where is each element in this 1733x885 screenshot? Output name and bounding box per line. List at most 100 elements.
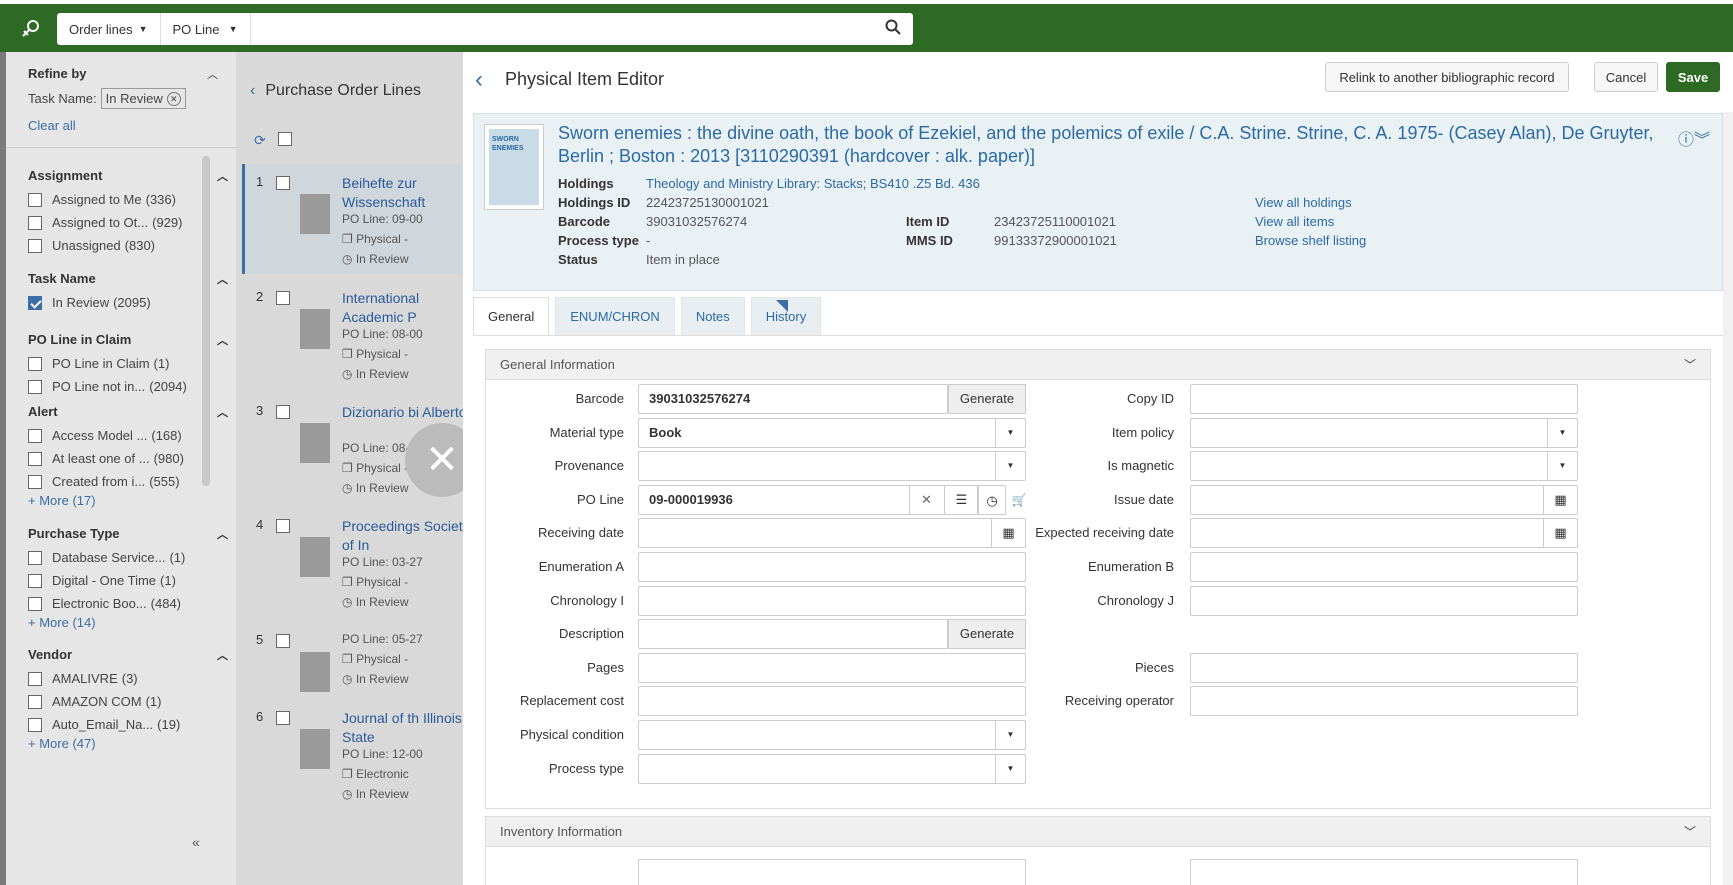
facet-checkbox[interactable] xyxy=(28,550,42,565)
search-field-dropdown[interactable]: PO Line ▼ xyxy=(161,13,251,45)
dropdown-arrow-icon[interactable]: ▼ xyxy=(995,721,1025,749)
view-all-items-link[interactable]: View all items xyxy=(1255,212,1334,232)
facet-option[interactable]: AMALIVRE (3) xyxy=(28,667,228,690)
back-arrow-icon[interactable]: ‹ xyxy=(475,66,483,94)
description-field[interactable] xyxy=(638,619,948,650)
cancel-button[interactable]: Cancel xyxy=(1594,62,1658,92)
item-checkbox[interactable] xyxy=(276,519,290,533)
barcode-field[interactable]: 39031032576274 xyxy=(638,384,948,414)
facet-option[interactable]: Assigned to Ot... (929) xyxy=(28,211,228,234)
search-icon[interactable] xyxy=(873,19,913,40)
tab-enum-chron[interactable]: ENUM/CHRON xyxy=(555,297,675,335)
facet-option[interactable]: Database Service... (1) xyxy=(28,546,228,569)
section-header[interactable]: General Information ﹀ xyxy=(486,350,1710,380)
facet-title[interactable]: Alert ︿ xyxy=(28,404,228,424)
collapse-sidebar-icon[interactable]: « xyxy=(192,834,200,850)
facet-checkbox[interactable] xyxy=(28,596,42,611)
search-scope-dropdown[interactable]: Order lines ▼ xyxy=(57,13,161,45)
is-magnetic-field[interactable]: ▼ xyxy=(1190,451,1578,482)
facet-option[interactable]: At least one of ... (980) xyxy=(28,447,228,470)
facet-title[interactable]: Purchase Type ︿ xyxy=(28,526,228,546)
calendar-icon[interactable]: ▦ xyxy=(1543,485,1577,514)
item-checkbox[interactable] xyxy=(276,291,290,305)
material-type-field[interactable]: Book ▼ xyxy=(638,417,1026,448)
facet-checkbox[interactable] xyxy=(28,215,42,230)
holdings-link[interactable]: Theology and Ministry Library: Stacks; B… xyxy=(646,174,980,194)
chevron-down-icon[interactable]: ﹀ xyxy=(1684,356,1696,373)
inventory-field[interactable] xyxy=(1190,859,1578,885)
enumeration-b-field[interactable] xyxy=(1190,552,1578,582)
app-logo-icon[interactable] xyxy=(20,17,44,41)
item-policy-field[interactable]: ▼ xyxy=(1190,417,1578,448)
facet-checkbox[interactable] xyxy=(28,295,42,310)
remove-filter-icon[interactable]: ✕ xyxy=(166,91,181,106)
inventory-field[interactable] xyxy=(638,859,1026,885)
chevron-down-icon[interactable]: ﹀ xyxy=(1684,823,1696,840)
provenance-field[interactable]: ▼ xyxy=(638,451,1026,482)
facet-title[interactable]: PO Line in Claim ︿ xyxy=(28,332,228,352)
view-all-holdings-link[interactable]: View all holdings xyxy=(1255,193,1352,213)
list-item[interactable]: 4 Proceedings Society of In PO Line: 03-27… xyxy=(242,517,463,635)
item-checkbox[interactable] xyxy=(276,405,290,419)
dropdown-arrow-icon[interactable]: ▼ xyxy=(1547,452,1577,481)
physical-condition-field[interactable]: ▼ xyxy=(638,720,1026,750)
list-icon[interactable]: ☰ xyxy=(944,485,978,514)
chevron-up-icon[interactable]: ︿ xyxy=(217,647,228,667)
facet-option[interactable]: AMAZON COM (1) xyxy=(28,690,228,713)
receiving-operator-field[interactable] xyxy=(1190,686,1578,717)
search-input[interactable] xyxy=(250,15,873,43)
chevron-up-icon[interactable]: ︿ xyxy=(217,526,228,546)
facet-title[interactable]: Task Name ︿ xyxy=(28,271,228,291)
tab-notes[interactable]: Notes xyxy=(680,297,745,335)
facet-checkbox[interactable] xyxy=(28,717,42,732)
facet-checkbox[interactable] xyxy=(28,428,42,443)
facet-checkbox[interactable] xyxy=(28,573,42,588)
info-icon[interactable]: ⓘ︾ xyxy=(1678,126,1710,150)
facet-checkbox[interactable] xyxy=(28,356,42,371)
section-header[interactable]: Inventory Information ﹀ xyxy=(486,817,1710,847)
record-title-link[interactable]: Sworn enemies : the divine oath, the boo… xyxy=(558,122,1658,168)
facet-option[interactable]: Auto_Email_Na... (19) xyxy=(28,713,228,736)
select-all-checkbox[interactable] xyxy=(278,132,292,146)
pages-field[interactable] xyxy=(638,652,1026,683)
list-item[interactable]: 1 Beihefte zur Wissenschaft PO Line: 09-00… xyxy=(242,174,463,292)
facet-option[interactable]: Created from i... (555) xyxy=(28,470,228,493)
facet-title[interactable]: Assignment ︿ xyxy=(28,168,228,188)
chevron-up-icon[interactable]: ︿ xyxy=(217,271,228,291)
save-button[interactable]: Save xyxy=(1666,62,1720,92)
facet-option[interactable]: PO Line not in... (2094) xyxy=(28,375,228,398)
facet-checkbox[interactable] xyxy=(28,451,42,466)
refresh-icon[interactable]: ⟳ xyxy=(254,132,266,149)
chronology-j-field[interactable] xyxy=(1190,585,1578,616)
list-item[interactable]: 2 International Academic P PO Line: 08-00 ❐… xyxy=(242,289,463,407)
facet-option[interactable]: In Review (2095) xyxy=(28,291,228,314)
expected-receiving-date-field[interactable]: ▦ xyxy=(1190,518,1578,549)
item-title-link[interactable]: Beihefte zur Wissenschaft xyxy=(342,174,463,212)
facet-checkbox[interactable] xyxy=(28,238,42,253)
facet-option[interactable]: PO Line in Claim (1) xyxy=(28,352,228,375)
facet-option[interactable]: Digital - One Time (1) xyxy=(28,569,228,592)
facet-checkbox[interactable] xyxy=(28,474,42,489)
chevron-up-icon[interactable]: ︿ xyxy=(217,404,228,424)
calendar-icon[interactable]: ▦ xyxy=(1543,519,1577,548)
facet-checkbox[interactable] xyxy=(28,192,42,207)
facet-checkbox[interactable] xyxy=(28,694,42,709)
clear-icon[interactable]: ✕ xyxy=(909,485,943,514)
item-checkbox[interactable] xyxy=(276,634,290,648)
po-line-field[interactable]: 09-000019936 ✕ ☰ xyxy=(638,484,978,515)
tab-general[interactable]: General xyxy=(473,297,550,335)
facet-option[interactable]: Unassigned (830) xyxy=(28,234,228,257)
editor-scrollbar[interactable] xyxy=(1723,112,1733,885)
sidebar-scrollbar[interactable] xyxy=(202,156,210,486)
relink-button[interactable]: Relink to another bibliographic record xyxy=(1325,62,1569,92)
process-type-field[interactable]: ▼ xyxy=(638,753,1026,784)
item-checkbox[interactable] xyxy=(276,176,290,190)
facet-option[interactable]: Assigned to Me (336) xyxy=(28,188,228,211)
facet-option[interactable]: Electronic Boo... (484) xyxy=(28,592,228,615)
copy-id-field[interactable] xyxy=(1190,384,1578,414)
enumeration-a-field[interactable] xyxy=(638,552,1026,582)
item-title-link[interactable]: International Academic P xyxy=(342,289,463,327)
show-more-link[interactable]: + More (14) xyxy=(28,615,228,630)
replacement-cost-field[interactable] xyxy=(638,686,1026,717)
issue-date-field[interactable]: ▦ xyxy=(1190,484,1578,515)
